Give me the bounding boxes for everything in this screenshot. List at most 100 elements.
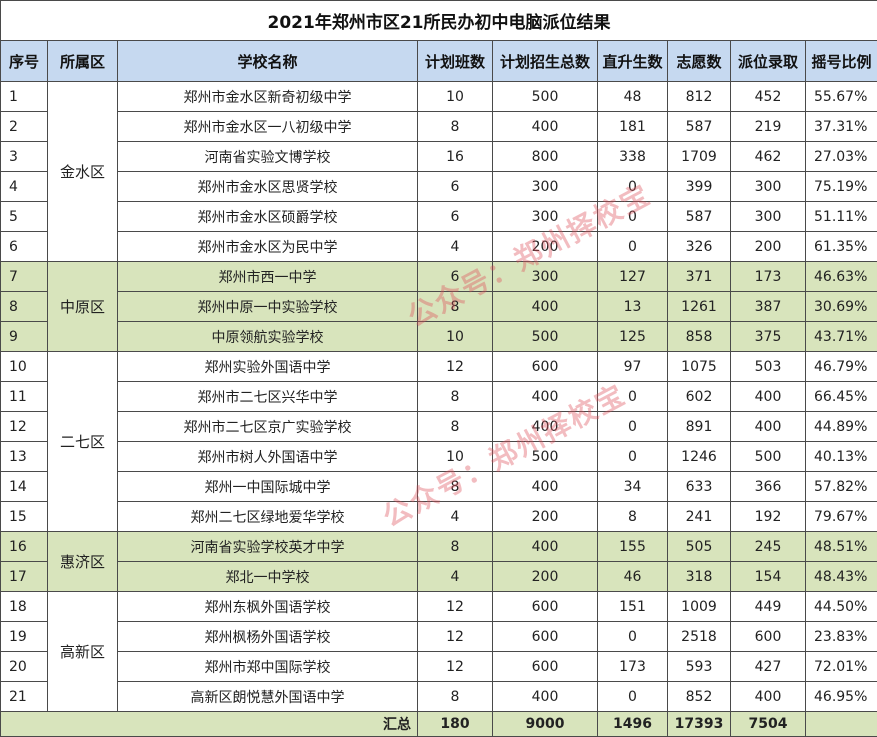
direct-promotion-cell: 97	[598, 352, 668, 382]
lottery-ratio-cell: 46.95%	[806, 682, 877, 712]
direct-promotion-cell: 0	[598, 172, 668, 202]
planned-enrollment-cell: 400	[493, 292, 598, 322]
applications-cell: 587	[668, 202, 731, 232]
planned-classes-cell: 12	[418, 652, 493, 682]
lottery-admitted-cell: 245	[731, 532, 806, 562]
planned-enrollment-cell: 200	[493, 562, 598, 592]
header-lottery-ratio: 摇号比例	[806, 41, 877, 82]
table-title: 2021年郑州市区21所民办初中电脑派位结果	[1, 1, 877, 41]
school-name-cell: 郑州一中国际城中学	[118, 472, 418, 502]
lottery-admitted-cell: 400	[731, 382, 806, 412]
row-index: 4	[1, 172, 48, 202]
header-index: 序号	[1, 41, 48, 82]
direct-promotion-cell: 151	[598, 592, 668, 622]
school-name-cell: 郑北一中学校	[118, 562, 418, 592]
lottery-admitted-cell: 452	[731, 82, 806, 112]
planned-classes-cell: 8	[418, 532, 493, 562]
row-index: 16	[1, 532, 48, 562]
school-name-cell: 郑州实验外国语中学	[118, 352, 418, 382]
totals-planned-enrollment: 9000	[493, 712, 598, 737]
lottery-ratio-cell: 79.67%	[806, 502, 877, 532]
row-index: 10	[1, 352, 48, 382]
row-index: 19	[1, 622, 48, 652]
planned-enrollment-cell: 500	[493, 322, 598, 352]
planned-enrollment-cell: 400	[493, 472, 598, 502]
planned-classes-cell: 8	[418, 472, 493, 502]
lottery-admitted-cell: 600	[731, 622, 806, 652]
table-row: 19郑州枫杨外国语学校126000251860023.83%	[1, 622, 877, 652]
school-name-cell: 郑州市金水区硕爵学校	[118, 202, 418, 232]
lottery-admitted-cell: 503	[731, 352, 806, 382]
table-row: 9中原领航实验学校1050012585837543.71%	[1, 322, 877, 352]
school-name-cell: 郑州东枫外国语学校	[118, 592, 418, 622]
lottery-admitted-cell: 400	[731, 412, 806, 442]
header-planned-enrollment: 计划招生总数	[493, 41, 598, 82]
row-index: 21	[1, 682, 48, 712]
planned-classes-cell: 6	[418, 172, 493, 202]
lottery-ratio-cell: 30.69%	[806, 292, 877, 322]
planned-classes-cell: 10	[418, 322, 493, 352]
table-row: 5郑州市金水区硕爵学校6300058730051.11%	[1, 202, 877, 232]
applications-cell: 633	[668, 472, 731, 502]
totals-row: 汇总18090001496173937504	[1, 712, 877, 737]
lottery-ratio-cell: 43.71%	[806, 322, 877, 352]
row-index: 17	[1, 562, 48, 592]
applications-cell: 587	[668, 112, 731, 142]
applications-cell: 602	[668, 382, 731, 412]
planned-enrollment-cell: 300	[493, 172, 598, 202]
direct-promotion-cell: 34	[598, 472, 668, 502]
row-index: 1	[1, 82, 48, 112]
direct-promotion-cell: 338	[598, 142, 668, 172]
school-name-cell: 郑州市树人外国语中学	[118, 442, 418, 472]
applications-cell: 1261	[668, 292, 731, 322]
applications-cell: 812	[668, 82, 731, 112]
lottery-admitted-cell: 375	[731, 322, 806, 352]
district-cell: 高新区	[48, 592, 118, 712]
planned-enrollment-cell: 400	[493, 682, 598, 712]
planned-classes-cell: 8	[418, 682, 493, 712]
row-index: 2	[1, 112, 48, 142]
table-row: 16惠济区河南省实验学校英才中学840015550524548.51%	[1, 532, 877, 562]
lottery-ratio-cell: 27.03%	[806, 142, 877, 172]
lottery-ratio-cell: 66.45%	[806, 382, 877, 412]
planned-classes-cell: 4	[418, 562, 493, 592]
planned-classes-cell: 12	[418, 622, 493, 652]
direct-promotion-cell: 0	[598, 682, 668, 712]
applications-cell: 1075	[668, 352, 731, 382]
planned-enrollment-cell: 400	[493, 112, 598, 142]
lottery-ratio-cell: 75.19%	[806, 172, 877, 202]
applications-cell: 858	[668, 322, 731, 352]
row-index: 11	[1, 382, 48, 412]
lottery-admitted-cell: 427	[731, 652, 806, 682]
applications-cell: 891	[668, 412, 731, 442]
header-school-name: 学校名称	[118, 41, 418, 82]
row-index: 18	[1, 592, 48, 622]
school-name-cell: 郑州市金水区新奇初级中学	[118, 82, 418, 112]
district-cell: 中原区	[48, 262, 118, 352]
school-name-cell: 郑州市金水区为民中学	[118, 232, 418, 262]
lottery-admitted-cell: 462	[731, 142, 806, 172]
header-lottery-admitted: 派位录取	[731, 41, 806, 82]
applications-cell: 1246	[668, 442, 731, 472]
header-district: 所属区	[48, 41, 118, 82]
applications-cell: 399	[668, 172, 731, 202]
row-index: 8	[1, 292, 48, 322]
planned-enrollment-cell: 600	[493, 592, 598, 622]
applications-cell: 1709	[668, 142, 731, 172]
lottery-admitted-cell: 300	[731, 172, 806, 202]
district-cell: 二七区	[48, 352, 118, 532]
table-row: 11郑州市二七区兴华中学8400060240066.45%	[1, 382, 877, 412]
applications-cell: 326	[668, 232, 731, 262]
table-row: 8郑州中原一中实验学校840013126138730.69%	[1, 292, 877, 322]
table-row: 15郑州二七区绿地爱华学校4200824119279.67%	[1, 502, 877, 532]
totals-planned-classes: 180	[418, 712, 493, 737]
school-name-cell: 高新区朗悦慧外国语中学	[118, 682, 418, 712]
planned-enrollment-cell: 600	[493, 652, 598, 682]
planned-enrollment-cell: 800	[493, 142, 598, 172]
lottery-ratio-cell: 48.43%	[806, 562, 877, 592]
lottery-ratio-cell: 40.13%	[806, 442, 877, 472]
table-row: 10二七区郑州实验外国语中学1260097107550346.79%	[1, 352, 877, 382]
table-row: 4郑州市金水区思贤学校6300039930075.19%	[1, 172, 877, 202]
direct-promotion-cell: 0	[598, 442, 668, 472]
lottery-ratio-cell: 61.35%	[806, 232, 877, 262]
